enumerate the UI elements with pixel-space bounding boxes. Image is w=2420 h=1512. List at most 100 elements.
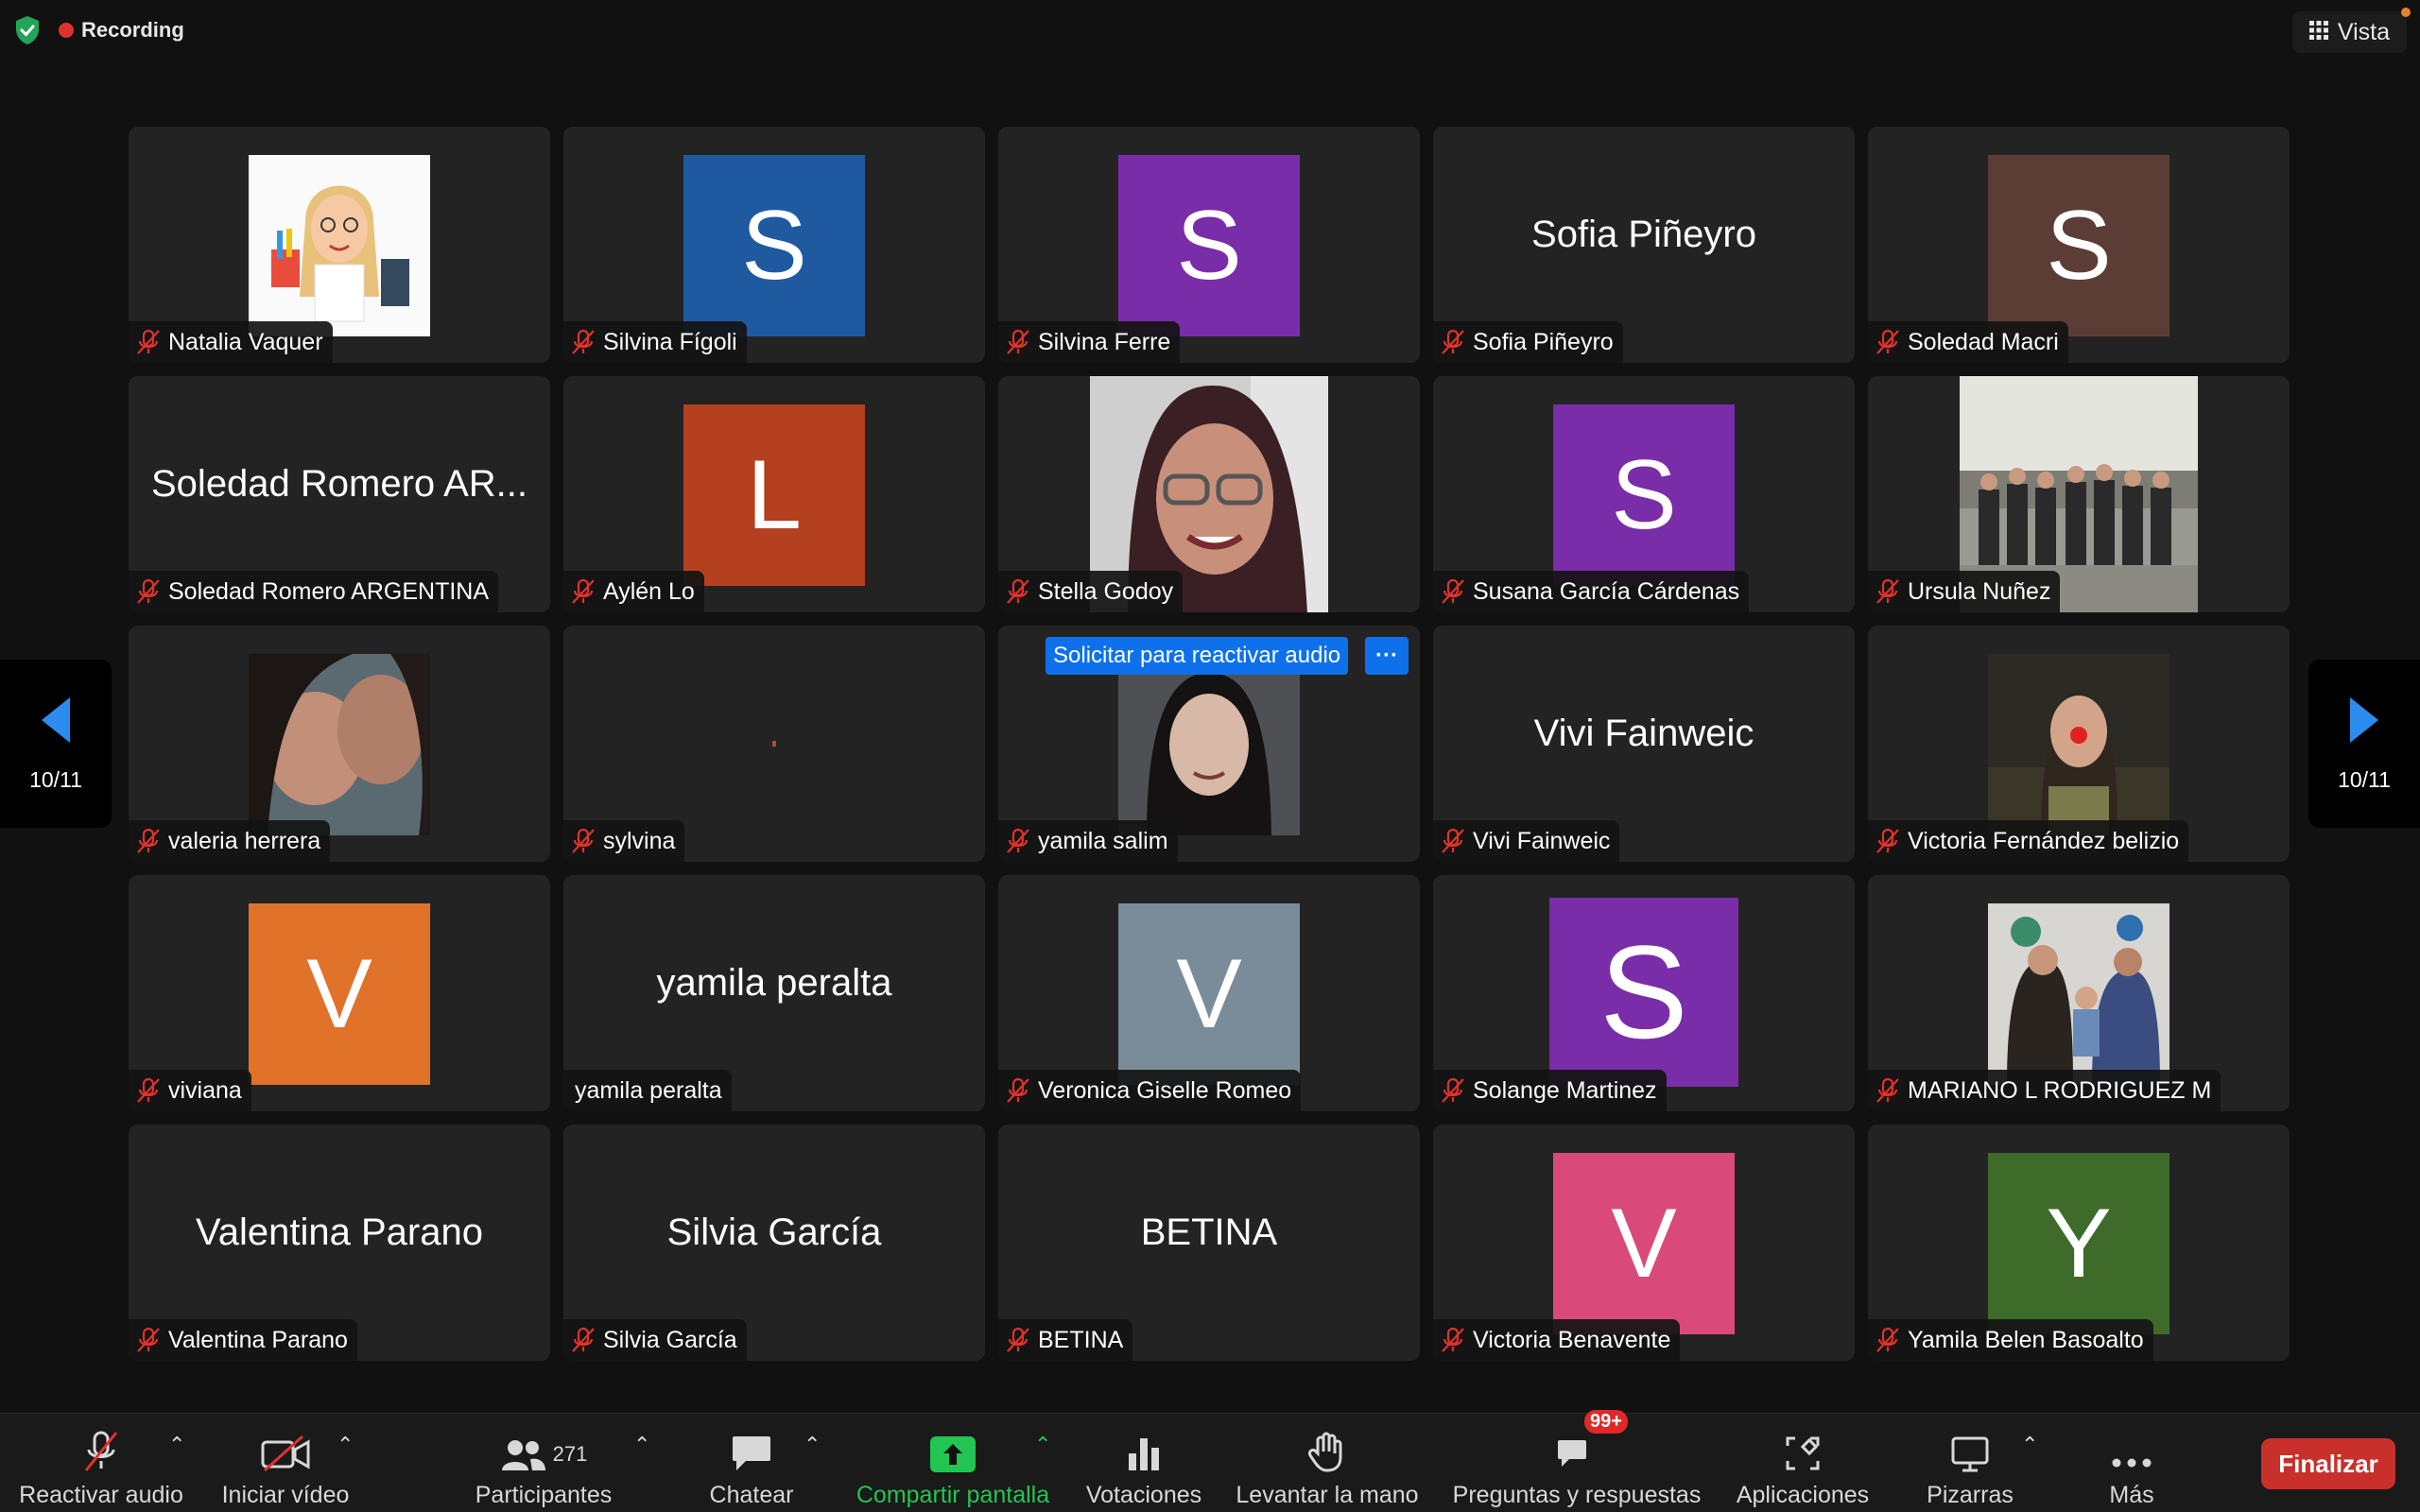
participant-tile-yamila-belen-basoalto[interactable]: Y Yamila Belen Basoalto <box>1868 1125 2290 1361</box>
participant-tile-veronica-giselle-romeo[interactable]: V Veronica Giselle Romeo <box>998 875 1420 1111</box>
participant-tile-mariano-l-rodriguez-m[interactable]: MARIANO L RODRIGUEZ M <box>1868 875 2290 1111</box>
participants-options-caret-icon[interactable]: ⌃ <box>633 1433 650 1457</box>
grid-view-icon <box>2308 19 2328 46</box>
participant-avatar: L <box>683 404 865 586</box>
view-button[interactable]: Vista <box>2291 8 2411 53</box>
muted-mic-icon <box>1876 1077 1900 1104</box>
participant-name: Victoria Fernández belizio <box>1908 827 2180 854</box>
end-label: Finalizar <box>2278 1449 2378 1478</box>
chat-options-caret-icon[interactable]: ⌃ <box>804 1433 821 1457</box>
view-label: Vista <box>2337 18 2390 45</box>
participant-tile-natalia-vaquer[interactable]: Natalia Vaquer <box>129 127 550 363</box>
page-indicator-left: 10/11 <box>29 766 82 792</box>
participant-tile-victoria-fernandez-belizio[interactable]: Victoria Fernández belizio <box>1868 626 2290 862</box>
participant-display-name: Soledad Romero AR... <box>151 463 527 505</box>
raise-hand-button[interactable]: Levantar la mano <box>1231 1414 1424 1512</box>
muted-mic-icon <box>571 1327 596 1353</box>
participant-name-tag: Veronica Giselle Romeo <box>998 1070 1302 1111</box>
participant-name: Yamila Belen Basoalto <box>1908 1326 2144 1353</box>
muted-mic-icon <box>571 828 596 854</box>
participant-name: Aylén Lo <box>603 577 695 605</box>
participant-name: valeria herrera <box>168 827 321 854</box>
apps-button[interactable]: Aplicaciones <box>1730 1414 1876 1512</box>
participant-name-tag: Victoria Benavente <box>1433 1319 1681 1361</box>
participant-tile-victoria-benavente[interactable]: V Victoria Benavente <box>1433 1125 1855 1361</box>
participant-more-button[interactable]: ··· <box>1365 637 1409 675</box>
chat-button[interactable]: Chatear <box>700 1414 804 1512</box>
muted-mic-icon <box>571 329 596 355</box>
participant-name-tag: Susana García Cárdenas <box>1433 571 1750 612</box>
muted-mic-icon <box>1006 329 1030 355</box>
next-page-button[interactable]: 10/11 <box>2308 660 2420 828</box>
participant-name: Ursula Nuñez <box>1908 577 2051 605</box>
muted-mic-icon <box>1441 828 1465 854</box>
participant-tile-susana-garcia-cardenas[interactable]: S Susana García Cárdenas <box>1433 376 1855 612</box>
participant-tile-betina[interactable]: BETINA BETINA <box>998 1125 1420 1361</box>
audio-options-caret-icon[interactable]: ⌃ <box>168 1433 185 1457</box>
participant-name: Silvina Ferre <box>1038 328 1171 355</box>
participant-tile-aylen-lo[interactable]: L Aylén Lo <box>563 376 985 612</box>
qa-button[interactable]: 99+ Preguntas y respuestas <box>1446 1410 1707 1512</box>
security-shield-icon[interactable] <box>13 13 42 47</box>
participant-tile-soledad-macri[interactable]: S Soledad Macri <box>1868 127 2290 363</box>
share-screen-button[interactable]: Compartir pantalla <box>849 1414 1057 1512</box>
participant-tile-stella-godoy[interactable]: Stella Godoy <box>998 376 1420 612</box>
participant-tile-silvina-figoli[interactable]: S Silvina Fígoli <box>563 127 985 363</box>
participant-avatar: S <box>1549 898 1738 1087</box>
muted-mic-icon <box>136 828 161 854</box>
muted-mic-icon <box>1876 828 1900 854</box>
participant-avatar: V <box>249 903 430 1085</box>
participant-name-tag: Silvina Ferre <box>998 321 1181 363</box>
participant-photo <box>1118 654 1300 835</box>
participant-name: Silvina Fígoli <box>603 328 737 355</box>
participant-name-tag: Soledad Macri <box>1868 321 2068 363</box>
video-off-icon <box>261 1414 310 1472</box>
share-options-caret-icon[interactable]: ⌃ <box>1034 1433 1051 1457</box>
participant-tile-valeria-herrera[interactable]: valeria herrera <box>129 626 550 862</box>
participant-tile-sofia-pineyro[interactable]: Sofia Piñeyro Sofia Piñeyro <box>1433 127 1855 363</box>
apps-icon <box>1784 1414 1822 1472</box>
participant-tile-solange-martinez[interactable]: S Solange Martinez <box>1433 875 1855 1111</box>
more-dots-icon <box>2111 1414 2152 1472</box>
whiteboards-button[interactable]: Pizarras <box>1913 1414 2027 1512</box>
participant-name: yamila salim <box>1038 827 1168 854</box>
participant-name: Soledad Romero ARGENTINA <box>168 577 490 605</box>
muted-mic-icon <box>136 1327 161 1353</box>
participant-tile-ursula-nunez[interactable]: Ursula Nuñez <box>1868 376 2290 612</box>
participant-avatar: Y <box>1988 1153 2169 1334</box>
end-meeting-button[interactable]: Finalizar <box>2261 1438 2395 1489</box>
participant-tile-yamila-peralta[interactable]: yamila peralta yamila peralta <box>563 875 985 1111</box>
participant-name: Valentina Parano <box>168 1326 348 1353</box>
participant-name: yamila peralta <box>575 1076 722 1104</box>
whiteboards-options-caret-icon[interactable]: ⌃ <box>2021 1433 2038 1457</box>
participant-tile-sylvina[interactable]: sylvina <box>563 626 985 862</box>
participant-tile-valentina-parano[interactable]: Valentina Parano Valentina Parano <box>129 1125 550 1361</box>
video-options-caret-icon[interactable]: ⌃ <box>337 1433 354 1457</box>
participant-tile-silvia-garcia[interactable]: Silvia García Silvia García <box>563 1125 985 1361</box>
participant-name-tag: sylvina <box>563 820 685 862</box>
notification-dot <box>2401 8 2411 17</box>
muted-mic-icon <box>1006 1327 1030 1353</box>
more-button[interactable]: Más <box>2087 1414 2176 1512</box>
participant-tile-silvina-ferre[interactable]: S Silvina Ferre <box>998 127 1420 363</box>
muted-mic-icon <box>1441 1327 1465 1353</box>
recording-indicator[interactable]: Recording <box>59 18 184 43</box>
unmute-button[interactable]: Reactivar audio <box>13 1414 189 1512</box>
start-video-label: Iniciar vídeo <box>221 1482 350 1508</box>
participant-name-tag: Yamila Belen Basoalto <box>1868 1319 2153 1361</box>
muted-mic-icon <box>136 1077 161 1104</box>
participant-tile-vivi-fainweic[interactable]: Vivi Fainweic Vivi Fainweic <box>1433 626 1855 862</box>
participants-count: 271 <box>552 1442 588 1466</box>
participant-tile-viviana[interactable]: Vviviana <box>129 875 550 1111</box>
participant-avatar: V <box>1553 1153 1735 1334</box>
polls-button[interactable]: Votaciones <box>1080 1414 1208 1512</box>
participant-name: Solange Martinez <box>1473 1076 1657 1104</box>
participant-name-tag: Silvia García <box>563 1319 747 1361</box>
muted-mic-icon <box>1441 329 1465 355</box>
start-video-button[interactable]: Iniciar vídeo <box>210 1414 361 1512</box>
chat-label: Chatear <box>709 1482 794 1508</box>
previous-page-button[interactable]: 10/11 <box>0 660 112 828</box>
participants-button[interactable]: 271 Participantes <box>463 1414 624 1512</box>
request-unmute-button[interactable]: Solicitar para reactivar audio <box>1046 637 1349 675</box>
participant-tile-soledad-romero-argentina[interactable]: Soledad Romero AR... Soledad Romero ARGEN… <box>129 376 550 612</box>
